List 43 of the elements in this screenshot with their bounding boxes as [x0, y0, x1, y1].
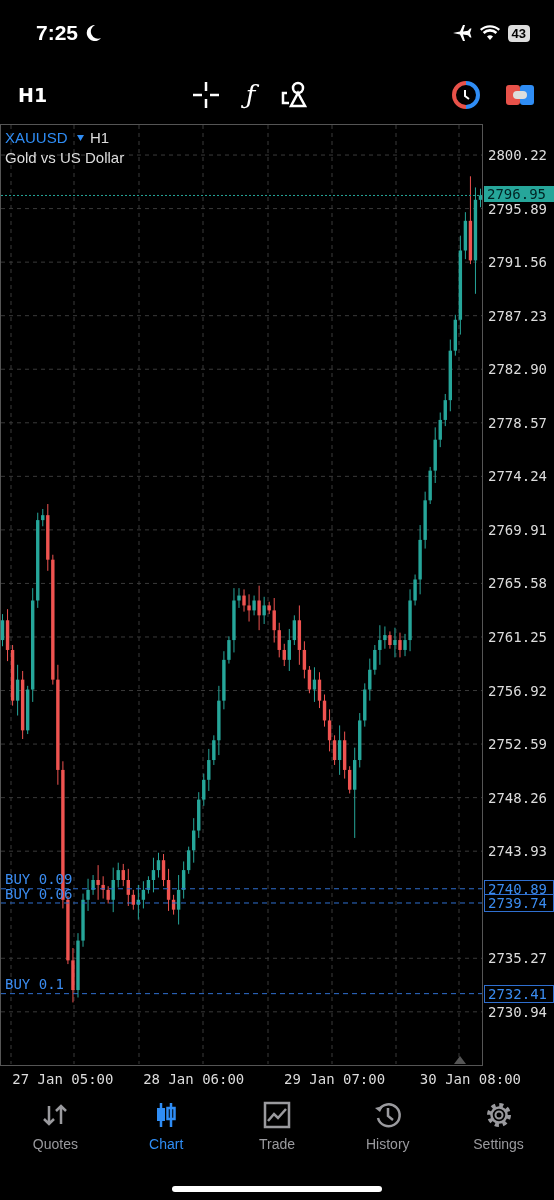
- time-label: 28 Jan 06:00: [143, 1071, 245, 1087]
- price-label: 2730.94: [488, 1003, 547, 1020]
- time-label: 30 Jan 08:00: [419, 1071, 521, 1087]
- price-label: 2761.25: [488, 629, 547, 645]
- nav-tab[interactable]: Settings: [443, 1092, 554, 1170]
- price-label: 2735.27: [488, 950, 547, 967]
- order-price-tag: 2739.74: [484, 894, 554, 912]
- price-label: 2795.89: [488, 200, 547, 217]
- price-label: 2782.90: [488, 361, 547, 378]
- time-label: 29 Jan 07:00: [284, 1071, 386, 1087]
- price-label: 2800.22: [488, 147, 547, 164]
- time-label: 27 Jan 05:00: [12, 1071, 114, 1087]
- price-label: 2743.93: [488, 843, 547, 860]
- price-label: 2774.24: [488, 468, 547, 485]
- price-label: 2769.91: [488, 521, 547, 538]
- line-chart-icon: [262, 1100, 292, 1130]
- battery-icon: 43: [507, 24, 530, 42]
- timeframe-button[interactable]: H1: [18, 84, 48, 106]
- nav-tab[interactable]: Quotes: [0, 1092, 111, 1170]
- price-label: 2778.57: [488, 414, 547, 431]
- clock-icon[interactable]: [452, 81, 480, 109]
- price-label: 2791.56: [488, 254, 547, 271]
- wifi-icon: [479, 25, 500, 41]
- price-label: 2787.23: [488, 307, 547, 324]
- status-time: 7:25: [36, 21, 79, 45]
- order-label[interactable]: BUY 0.1: [5, 976, 64, 992]
- price-label: 2756.92: [488, 682, 547, 699]
- nav-tab[interactable]: Trade: [221, 1092, 333, 1170]
- symbol-description: Gold vs US Dollar: [5, 149, 125, 166]
- caret-icon[interactable]: [77, 135, 84, 141]
- nav-tab[interactable]: History: [332, 1092, 444, 1170]
- price-label: 2765.58: [488, 575, 547, 592]
- price-label: 2748.26: [488, 789, 547, 806]
- toggle-icon[interactable]: [506, 83, 534, 107]
- scroll-marker-icon[interactable]: [454, 1056, 466, 1064]
- symbol-timeframe: H1: [90, 129, 110, 146]
- order-price-tag: 2732.41: [484, 984, 554, 1003]
- shapes-icon[interactable]: [281, 81, 308, 109]
- current-price-tag: 2796.95: [484, 186, 554, 203]
- nav-tab[interactable]: Chart: [110, 1092, 222, 1170]
- price-label: 2752.59: [488, 736, 547, 753]
- crosshair-icon[interactable]: [191, 81, 220, 109]
- symbol-name[interactable]: XAUUSD: [5, 129, 68, 146]
